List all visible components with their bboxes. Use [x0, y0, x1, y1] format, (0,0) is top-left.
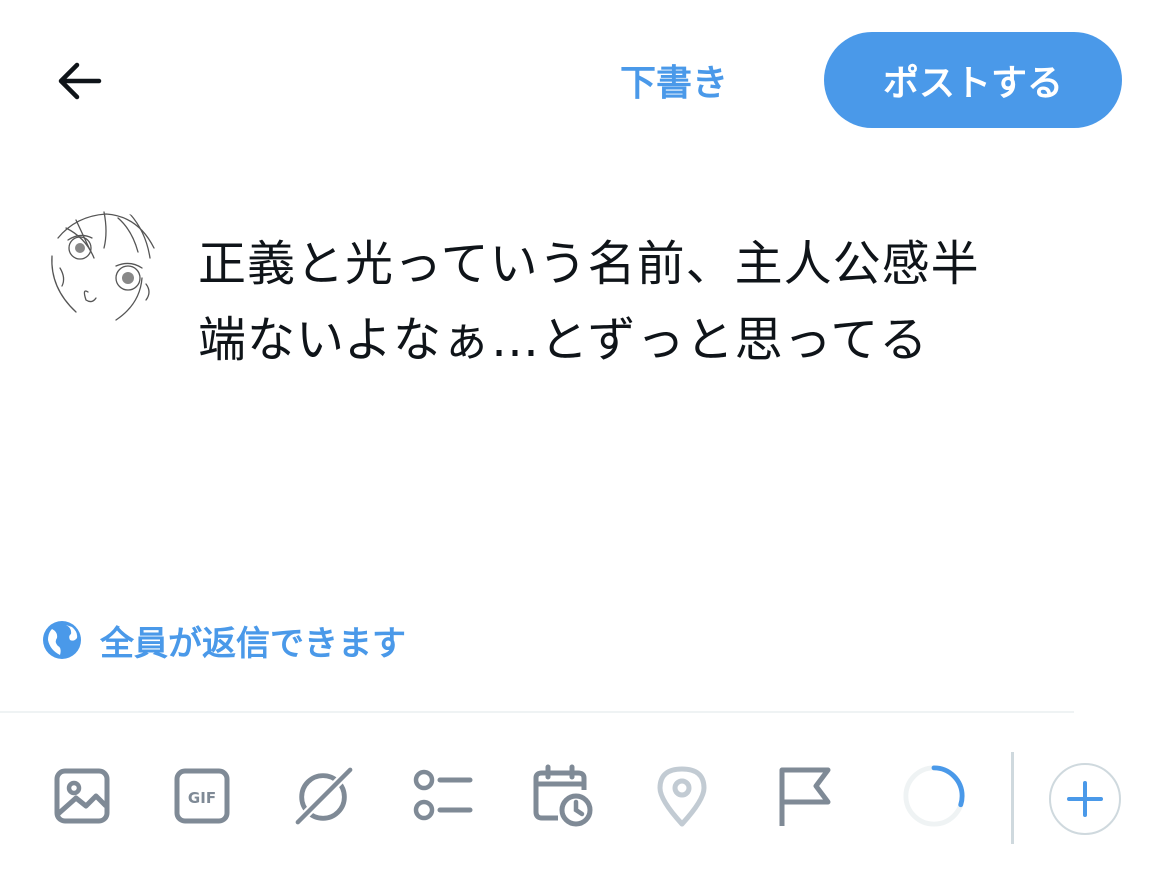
reply-setting-label: 全員が返信できます	[100, 623, 406, 664]
compose-text-line: 端ないよなぁ…とずっと思ってる	[198, 312, 929, 368]
poll-icon	[413, 769, 473, 821]
plus-icon	[1067, 781, 1103, 817]
poll-button[interactable]	[410, 764, 474, 828]
gif-icon: GIF	[174, 768, 230, 824]
add-image-button[interactable]	[50, 764, 114, 828]
flag-icon	[779, 767, 831, 826]
character-counter	[902, 764, 966, 828]
grok-icon	[292, 764, 356, 828]
grok-button[interactable]	[292, 764, 356, 828]
schedule-icon	[533, 764, 593, 827]
globe-icon	[43, 621, 81, 659]
compose-text-line: 正義と光っていう名前、主人公感半	[198, 236, 980, 292]
location-button	[650, 764, 714, 828]
toolbar-divider	[0, 711, 1074, 713]
image-icon	[54, 768, 110, 824]
flag-button[interactable]	[772, 764, 836, 828]
toolbar-separator	[1011, 752, 1014, 844]
compose-text-area[interactable]: 正義と光っていう名前、主人公感半 端ないよなぁ…とずっと思ってる	[198, 226, 1118, 378]
drafts-button[interactable]: 下書き	[606, 52, 742, 108]
sketch-avatar	[51, 211, 155, 321]
location-icon	[657, 766, 707, 827]
back-button[interactable]	[50, 55, 108, 107]
avatar[interactable]	[46, 208, 162, 324]
post-button[interactable]: ポストする	[824, 32, 1122, 128]
add-gif-button[interactable]: GIF	[170, 764, 234, 828]
add-thread-button[interactable]	[1049, 763, 1121, 835]
reply-setting-button[interactable]: 全員が返信できます	[42, 618, 406, 664]
gif-icon-text: GIF	[188, 789, 216, 807]
progress-ring-icon	[903, 765, 965, 827]
arrow-left-icon	[58, 62, 102, 100]
schedule-button[interactable]	[530, 764, 594, 828]
